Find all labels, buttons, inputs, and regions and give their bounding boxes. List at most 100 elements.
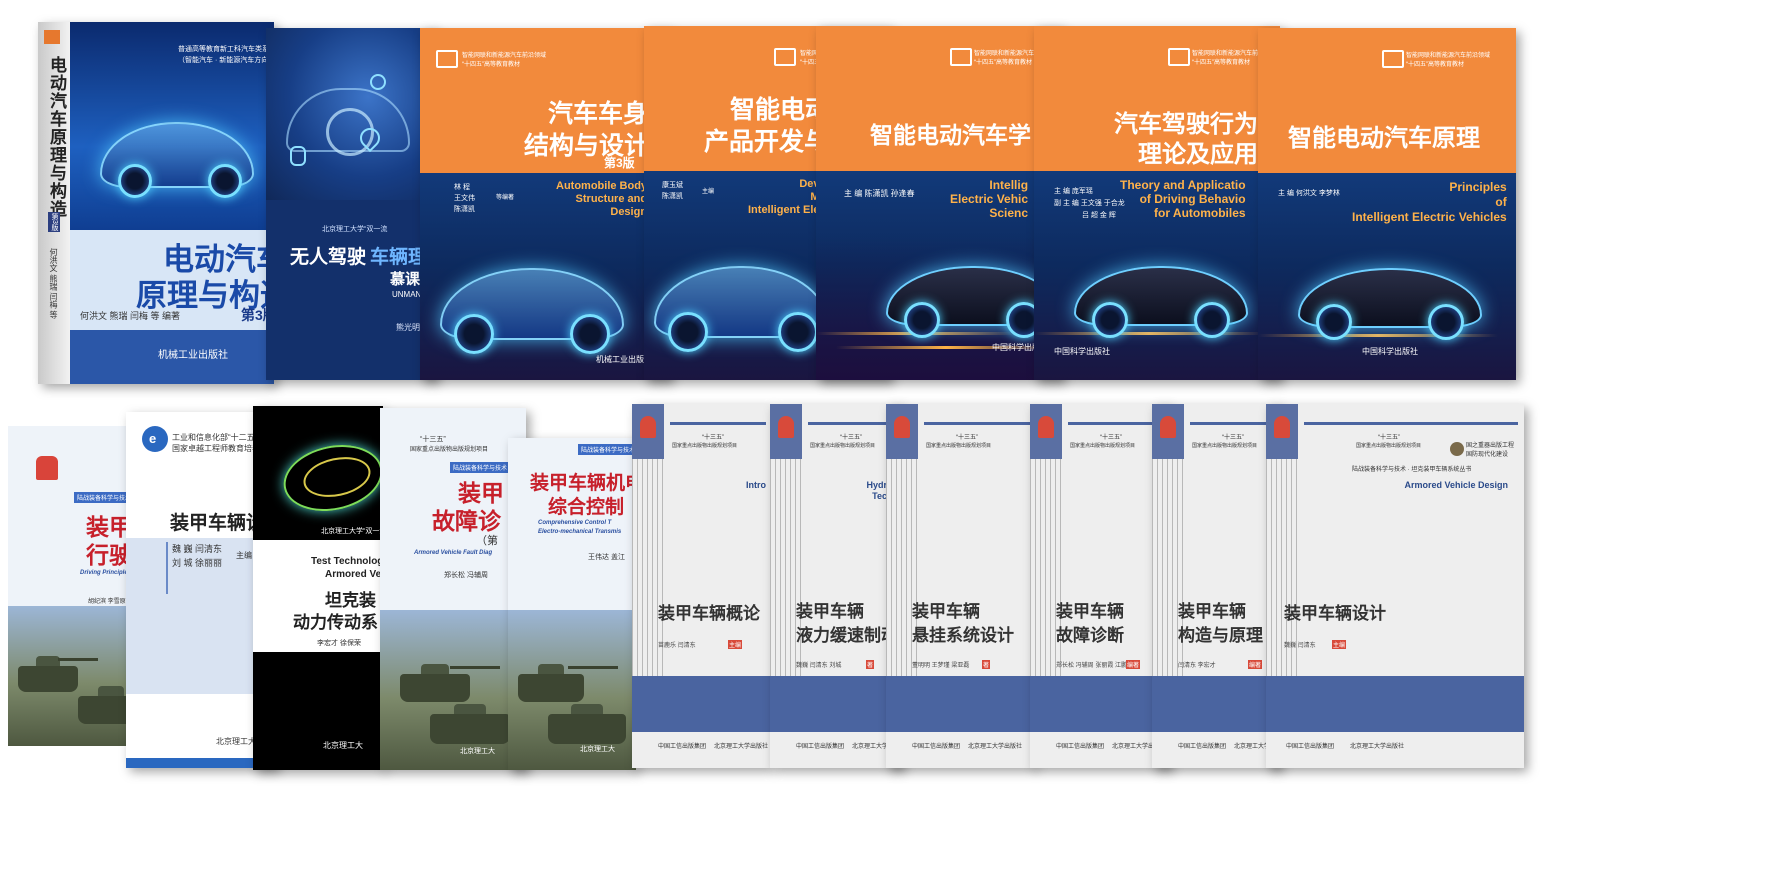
series-caption2: “十四五”高等教育教材 <box>462 62 520 68</box>
book-car-body-design: 智能网联和新能源汽车前沿领域 “十四五”高等教育教材 汽车车身 结构与设计 第3… <box>420 28 670 380</box>
cover-authors: 闫清东 李宏才 <box>1178 663 1216 669</box>
cover-authors-role: 主编 <box>1332 640 1347 649</box>
cover-authors: 康玉斌 陈潇凯 <box>662 182 683 200</box>
cover-badge: “十三五” <box>956 435 978 441</box>
cover-english: Deve Ma Intelligent Elec <box>748 178 826 216</box>
cover-english: Armored Vehicle Design <box>1404 480 1508 490</box>
cover-publisher: 北京理工大 <box>216 737 256 746</box>
book-armored-fault-diagnosis: “十三五” 国家重点出版物出版规划项目 陆战装备科学与技术 装甲 故障诊 （第 … <box>380 408 526 770</box>
cover-authors: 郑长松 冯辅周 <box>444 572 488 579</box>
cover-authors: 董明明 王梦瑾 梁亚磊 <box>912 663 970 669</box>
cover-authors-role: 编著 <box>1126 660 1141 669</box>
cover-publisher1: 中国工信出版集团 <box>912 744 961 750</box>
emblem-icon <box>1266 404 1298 459</box>
cover-title-line1: 智能电动 <box>730 96 831 124</box>
cover-authors: 魏巍 闫清东 <box>1284 643 1316 649</box>
cover-badge: “十三五” <box>1222 435 1244 441</box>
cover-english: Principles of Intelligent Electric Vehic… <box>1352 180 1507 224</box>
cover-color-band <box>632 676 770 732</box>
cover-title-line1: 装甲车辆 <box>796 602 864 621</box>
cover-title-line2: 故障诊 <box>432 508 501 534</box>
cover-title-line1: 装甲车辆 <box>912 602 980 621</box>
cover-authors-line2: 刘 城 徐丽丽 <box>172 558 223 568</box>
design-fund2: 国防现代化建设 <box>1466 452 1509 458</box>
cover-publisher2: 北京理工大学出版社 <box>714 744 769 750</box>
cover-english: Intro <box>746 480 766 490</box>
seal-icon <box>1450 442 1464 456</box>
cover-english: Intellig Electric Vehic Scienc <box>950 178 1029 220</box>
cover-series: 陆战装备科学与技术 <box>578 444 636 455</box>
book-driverless-vehicle: 北京理工大学“双一流 无人驾驶 车辆理 慕课 UNMANNI 熊光明 <box>266 28 436 380</box>
cover-title-line2: 动力传动系 <box>293 613 378 632</box>
cover-title: 智能电动汽车学 <box>870 122 1031 148</box>
cover-series: 陆战装备科学与技术 <box>450 462 511 473</box>
cover-publisher: 北京理工大 <box>460 748 495 755</box>
cover-series-line1: 工业和信息化部“十二五” <box>172 433 258 442</box>
cover-publisher: 机械工业出版社 <box>158 350 228 361</box>
cover-publisher: 北京理工大 <box>323 741 363 750</box>
cover-title-line1: 装甲车辆设计 <box>1284 604 1386 623</box>
cover-project: 国家重点出版物出版规划项目 <box>410 447 489 453</box>
series-badge-icon <box>1168 48 1190 66</box>
book-driving-behavior-theory: 智能网联和新能源汽车前沿领域 “十四五”高等教育教材 汽车驾驶行为 理论及应用 … <box>1034 26 1280 380</box>
publisher-logo-icon <box>44 30 60 44</box>
cover-badge: “十三五” <box>420 436 446 443</box>
cover-english-line2: Armored Vehi <box>325 569 383 580</box>
cover-art-tanks <box>380 610 526 770</box>
cover-edition: （第 <box>476 535 498 547</box>
cover-publisher1: 中国工信出版集团 <box>1178 744 1227 750</box>
gray-book-overview: “十三五” 国家重点出版物出版规划项目 Intro 装甲车辆概论 苗鹿乐 闫清东… <box>632 404 770 768</box>
series-caption2: “十四五”高等教育教材 <box>1406 62 1464 68</box>
cover-authors: 主 编 何洪文 李梦林 <box>1278 190 1340 197</box>
cover-project: 国家重点出版物出版规划项目 <box>1356 443 1422 449</box>
series-caption: 智能网联和新能源汽车前沿领域 <box>1406 53 1491 59</box>
cover-publisher1: 中国工信出版集团 <box>1056 744 1105 750</box>
cover-authors: 王伟达 盖江 <box>588 554 625 561</box>
design-series: 陆战装备科学与技术 · 坦克装甲车辆系统丛书 <box>1352 467 1472 473</box>
gray-book-suspension: “十三五” 国家重点出版物出版规划项目 装甲车辆 悬挂系统设计 董明明 王梦瑾 … <box>886 404 1034 768</box>
cover-title-line2: 产品开发与 <box>704 128 830 156</box>
cover-art-dashboard <box>266 28 436 200</box>
cover-color-band <box>1030 676 1170 732</box>
cover-authors-role: 编著 <box>1248 660 1263 669</box>
cover-english: Automobile Body Structure and Design <box>556 180 648 218</box>
cover-project: 国家重点出版物出版规划项目 <box>926 443 992 449</box>
microphone-icon <box>290 146 306 166</box>
series-badge-icon <box>436 50 458 68</box>
cover-authors: 何洪文 熊瑞 闫梅 等 编著 <box>80 311 181 321</box>
design-fund: 国之重器出版工程 <box>1466 443 1515 449</box>
cover-title-line2: 液力缓速制动 <box>796 626 898 645</box>
cover-publisher2: 北京理工大学出版社 <box>968 744 1023 750</box>
cover-authors-line2: 副 主 编 王文强 于合龙 <box>1054 200 1125 207</box>
spine-authors: 何洪文 熊瑞 闫梅 等 <box>49 248 58 319</box>
book-intelligent-ev-principles: 智能网联和新能源汽车前沿领域 “十四五”高等教育教材 智能电动汽车原理 主 编 … <box>1258 28 1516 380</box>
cover-title-a: 无人驾驶 <box>290 247 367 268</box>
cover-art-car: 普通高等教育新工科汽车类系列教材 （智能汽车 · 新能源汽车方向） <box>70 22 274 230</box>
cover-color-band <box>886 676 1034 732</box>
cover-project: 国家重点出版物出版规划项目 <box>1192 443 1258 449</box>
series-caption2: “十四五”高等教育教材 <box>974 60 1032 66</box>
series-caption: 北京理工大学“双一流 <box>322 226 388 233</box>
cover-english-line2: Electro-mechanical Transmis <box>538 529 622 535</box>
cover-english-line1: Test Technolog <box>311 556 383 567</box>
cover-authors-role: 主编 <box>236 551 252 560</box>
gray-book-hydro: “十三五” 国家重点出版物出版规划项目 Hydrod Techn 装甲车辆 液力… <box>770 404 902 768</box>
cover-authors: 主 编 陈潇凯 孙逢春 <box>844 189 915 198</box>
cover-authors: 林 程 王文伟 陈潇凯 <box>454 184 475 213</box>
cover-publisher1: 中国工信出版集团 <box>1286 744 1335 750</box>
cover-publisher: 中国科学出版社 <box>1054 347 1110 356</box>
cover-english: Armored Vehicle Fault Diag <box>414 550 493 556</box>
cover-title: 装甲车辆设 <box>170 513 266 534</box>
series-line2: （智能汽车 · 新能源汽车方向） <box>178 57 274 64</box>
cover-title: 智能电动汽车原理 <box>1288 125 1480 152</box>
gray-book-construction: “十三五” 国家重点出版物出版规划项目 装甲车辆 构造与原理 闫清东 李宏才 编… <box>1152 404 1280 768</box>
gray-book-fault: “十三五” 国家重点出版物出版规划项目 A 装甲车辆 故障诊断 郑长松 冯辅周 … <box>1030 404 1170 768</box>
cover-publisher1: 中国工信出版集团 <box>796 744 845 750</box>
cover-badge: “十三五” <box>1100 435 1122 441</box>
cover-series: 陆战装备科学与技术 <box>74 492 135 503</box>
emblem-icon <box>632 404 664 459</box>
series-badge-icon <box>1382 50 1404 68</box>
cover-badge: “十三五” <box>702 435 724 441</box>
series-badge-icon <box>950 48 972 66</box>
emblem-icon <box>770 404 802 459</box>
